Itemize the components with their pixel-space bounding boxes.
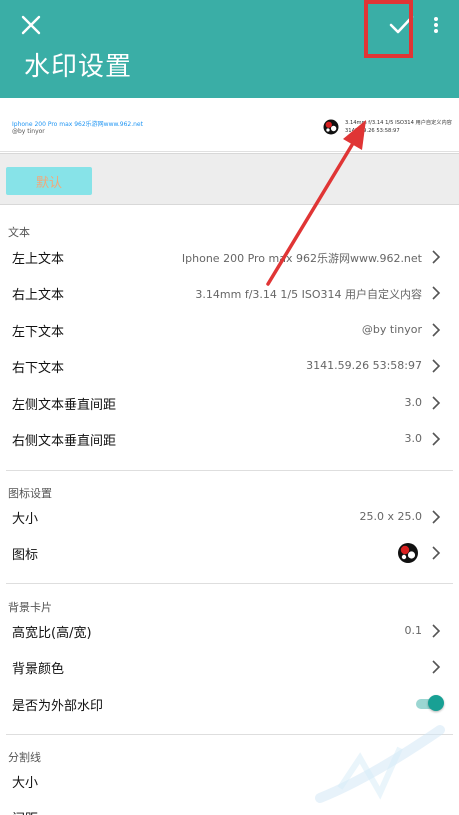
row-icon-size[interactable]: 大小 25.0 x 25.0 bbox=[0, 499, 459, 535]
close-button[interactable] bbox=[16, 10, 46, 40]
row-bottom-right-text[interactable]: 右下文本 3141.59.26 53:58:97 bbox=[0, 348, 459, 384]
watermark-logo-icon bbox=[398, 543, 418, 563]
row-value: @by tinyor bbox=[361, 323, 422, 336]
preview-bottom-right-text: 3141.59.26 53:58:97 bbox=[345, 128, 400, 134]
row-bottom-left-text[interactable]: 左下文本 @by tinyor bbox=[0, 312, 459, 348]
chevron-right-icon bbox=[432, 359, 441, 373]
row-label: 右下文本 bbox=[12, 361, 65, 376]
row-label: 是否为外部水印 bbox=[12, 699, 104, 714]
more-vert-icon bbox=[434, 17, 438, 33]
chevron-right-icon bbox=[432, 624, 441, 638]
watermark-logo-icon bbox=[323, 119, 339, 135]
row-label: 背景颜色 bbox=[12, 662, 65, 677]
row-top-left-text[interactable]: 左上文本 Iphone 200 Pro max 962乐游网www.962.ne… bbox=[0, 239, 459, 275]
preview-bottom-left-text: @by tinyor bbox=[12, 128, 45, 135]
row-label: 大小 bbox=[12, 512, 39, 527]
row-value: 3.0 bbox=[404, 396, 423, 409]
chevron-right-icon bbox=[432, 546, 441, 560]
row-value: 3141.59.26 53:58:97 bbox=[306, 359, 422, 372]
button-area: 默认 bbox=[0, 153, 459, 205]
section-header-text: 文本 bbox=[8, 226, 30, 239]
more-menu-button[interactable] bbox=[429, 12, 443, 38]
annotation-highlight-box bbox=[364, 0, 413, 58]
section-divider bbox=[6, 470, 453, 471]
chevron-right-icon bbox=[432, 323, 441, 337]
page-title: 水印设置 bbox=[24, 52, 133, 82]
row-left-vertical-spacing[interactable]: 左侧文本垂直间距 3.0 bbox=[0, 385, 459, 421]
toggle-thumb bbox=[428, 695, 444, 711]
external-watermark-toggle[interactable] bbox=[416, 695, 444, 713]
row-label: 图标 bbox=[12, 548, 39, 563]
row-value: 0.1 bbox=[404, 624, 423, 637]
preview-top-left-text: Iphone 200 Pro max 962乐游网www.962.net bbox=[12, 121, 143, 128]
section-divider bbox=[6, 583, 453, 584]
chevron-right-icon bbox=[432, 396, 441, 410]
close-icon bbox=[21, 15, 41, 35]
row-top-right-text[interactable]: 右上文本 3.14mm f/3.14 1/5 ISO314 用户自定义内容 bbox=[0, 275, 459, 311]
row-right-vertical-spacing[interactable]: 右侧文本垂直间距 3.0 bbox=[0, 421, 459, 457]
row-label: 左侧文本垂直间距 bbox=[12, 398, 117, 413]
row-external-watermark: 是否为外部水印 bbox=[0, 686, 459, 722]
row-label: 左下文本 bbox=[12, 325, 65, 340]
row-value: 3.0 bbox=[404, 432, 423, 445]
row-label: 高宽比(高/宽) bbox=[12, 626, 92, 641]
preview-top-right-text: 3.14mm f/3.14 1/5 ISO314 用户自定义内容 bbox=[345, 120, 452, 126]
row-value: 3.14mm f/3.14 1/5 ISO314 用户自定义内容 bbox=[195, 288, 422, 301]
default-button[interactable]: 默认 bbox=[6, 167, 92, 195]
site-watermark-logo bbox=[315, 725, 445, 803]
row-aspect-ratio[interactable]: 高宽比(高/宽) 0.1 bbox=[0, 613, 459, 649]
chevron-right-icon bbox=[432, 286, 441, 300]
chevron-right-icon bbox=[432, 432, 441, 446]
row-label: 右侧文本垂直间距 bbox=[12, 434, 117, 449]
row-background-color[interactable]: 背景颜色 bbox=[0, 649, 459, 685]
row-value: 25.0 x 25.0 bbox=[359, 510, 423, 523]
row-label: 间距 bbox=[12, 808, 38, 815]
row-label: 右上文本 bbox=[12, 288, 65, 303]
watermark-preview: Iphone 200 Pro max 962乐游网www.962.net @by… bbox=[0, 108, 459, 152]
chevron-right-icon bbox=[432, 250, 441, 264]
chevron-right-icon bbox=[432, 510, 441, 524]
row-label: 大小 bbox=[12, 776, 39, 791]
row-label: 左上文本 bbox=[12, 252, 65, 267]
row-value: Iphone 200 Pro max 962乐游网www.962.net bbox=[181, 252, 422, 265]
chevron-right-icon bbox=[432, 660, 441, 674]
row-icon-select[interactable]: 图标 bbox=[0, 535, 459, 571]
